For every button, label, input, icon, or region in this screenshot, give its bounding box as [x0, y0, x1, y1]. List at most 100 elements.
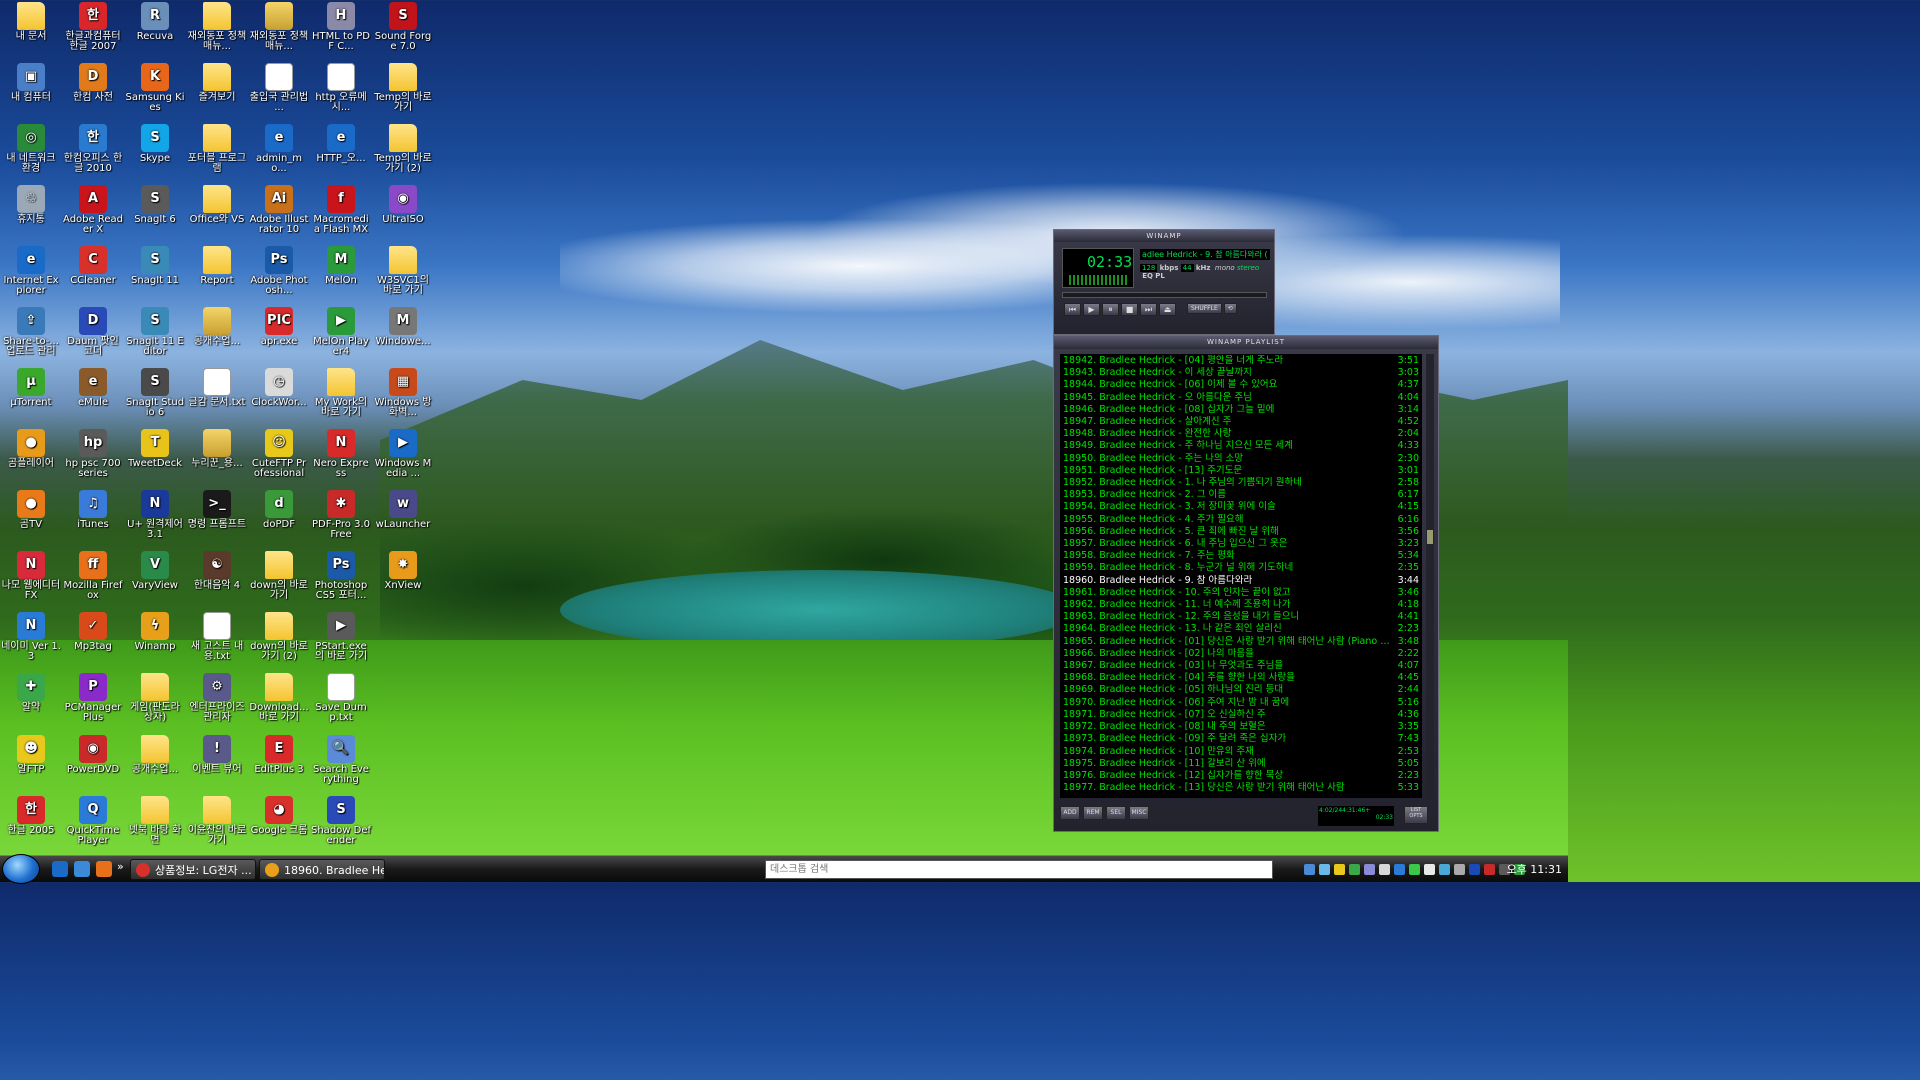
- desktop-icon[interactable]: C CCleaner: [63, 246, 123, 286]
- playlist-misc-button[interactable]: MISC: [1129, 806, 1149, 820]
- desktop-icon[interactable]: ▶ Windows Media ...: [373, 429, 433, 479]
- desktop-icon[interactable]: e Internet Explorer: [1, 246, 61, 296]
- show-desktop-icon[interactable]: [74, 861, 90, 877]
- desktop-icon[interactable]: ✚ 알약: [1, 673, 61, 713]
- playlist-row[interactable]: 18976. Bradlee Hedrick - [12] 십자가를 향한 묵상…: [1063, 770, 1419, 782]
- desktop-icon[interactable]: H HTML to PDF C...: [311, 2, 371, 52]
- desktop-icon[interactable]: ◕ Google 크롬: [249, 796, 309, 836]
- tray-app-icon[interactable]: [1484, 864, 1495, 875]
- desktop-icon[interactable]: ☯ 한대음악 4: [187, 551, 247, 591]
- desktop-icon[interactable]: P PCManager Plus: [63, 673, 123, 723]
- desktop-icon[interactable]: ▣ 내 컴퓨터: [1, 63, 61, 103]
- quick-launch-more[interactable]: »: [117, 860, 124, 873]
- start-button[interactable]: [2, 854, 40, 884]
- desktop-icon[interactable]: e HTTP_오...: [311, 124, 371, 164]
- winamp-next-button[interactable]: ⏭: [1140, 303, 1157, 316]
- playlist-row[interactable]: 18958. Bradlee Hedrick - 7. 주는 평화 5:34: [1063, 550, 1419, 562]
- desktop-icon[interactable]: 재외동포 정책 매뉴...: [249, 2, 309, 52]
- desktop-icon[interactable]: down의 바로 가기: [249, 551, 309, 601]
- winamp-shuffle-button[interactable]: SHUFFLE: [1187, 303, 1222, 314]
- desktop-icon[interactable]: Q QuickTime Player: [63, 796, 123, 846]
- desktop-icon[interactable]: ◷ ClockWor...: [249, 368, 309, 408]
- tray-app-icon[interactable]: [1439, 864, 1450, 875]
- desktop-icon[interactable]: ◎ 내 네트워크 환경: [1, 124, 61, 174]
- ie-icon[interactable]: [52, 861, 68, 877]
- tray-app-icon[interactable]: [1394, 864, 1405, 875]
- winamp-eject-button[interactable]: ⏏: [1159, 303, 1176, 316]
- playlist-row[interactable]: 18954. Bradlee Hedrick - 3. 저 장미꽃 위에 이슬 4…: [1063, 501, 1419, 513]
- playlist-scroll-thumb[interactable]: [1427, 530, 1433, 544]
- desktop-icon[interactable]: ✱ PDF-Pro 3.0 Free: [311, 490, 371, 540]
- playlist-row[interactable]: 18949. Bradlee Hedrick - 주 하나님 지으신 모든 세계…: [1063, 440, 1419, 452]
- desktop-icon[interactable]: S Sound Forge 7.0: [373, 2, 433, 52]
- tray-volume-icon[interactable]: [1454, 864, 1465, 875]
- desktop-icon[interactable]: 공개수업...: [125, 735, 185, 775]
- desktop-icon[interactable]: http 오류메시...: [311, 63, 371, 113]
- desktop-icon[interactable]: D Daum 팟인코더: [63, 307, 123, 357]
- desktop-icon[interactable]: 포터블 프로그램: [187, 124, 247, 174]
- desktop-icon[interactable]: S SnagIt 6: [125, 185, 185, 225]
- winamp-play-button[interactable]: ▶: [1083, 303, 1100, 316]
- desktop-icon[interactable]: e admin_mo...: [249, 124, 309, 174]
- playlist-row[interactable]: 18942. Bradlee Hedrick - [04] 평안을 너게 주노라…: [1063, 355, 1419, 367]
- tray-network-icon[interactable]: [1304, 864, 1315, 875]
- desktop-icon[interactable]: ☺ CuteFTP Professional: [249, 429, 309, 479]
- winamp-visualizer[interactable]: [1069, 275, 1129, 285]
- desktop-icon[interactable]: ● 곰TV: [1, 490, 61, 530]
- desktop-icon[interactable]: 🔍 Search Everything: [311, 735, 371, 785]
- tray-app-icon[interactable]: [1379, 864, 1390, 875]
- desktop-icon[interactable]: µ µTorrent: [1, 368, 61, 408]
- winamp-pl-toggle[interactable]: PL: [1155, 272, 1165, 280]
- desktop-icon[interactable]: Temp의 바로 가기: [373, 63, 433, 113]
- desktop-icon[interactable]: ◉ PowerDVD: [63, 735, 123, 775]
- desktop-icon[interactable]: down의 바로 가기 (2): [249, 612, 309, 662]
- playlist-row[interactable]: 18971. Bradlee Hedrick - [07] 오 신실하신 주 4:…: [1063, 709, 1419, 721]
- desktop-icon[interactable]: hp hp psc 700 series: [63, 429, 123, 479]
- desktop-icon[interactable]: Ai Adobe Illustrator 10: [249, 185, 309, 235]
- desktop-icon[interactable]: D 한컴 사전: [63, 63, 123, 103]
- playlist-row[interactable]: 18977. Bradlee Hedrick - [13] 당신은 사랑 받기 …: [1063, 782, 1419, 794]
- playlist-row[interactable]: 18948. Bradlee Hedrick - 완전한 사랑 2:04: [1063, 428, 1419, 440]
- desktop-icon[interactable]: 게임(판도라 상자): [125, 673, 185, 723]
- playlist-row[interactable]: 18968. Bradlee Hedrick - [04] 주를 향한 나의 사…: [1063, 672, 1419, 684]
- winamp-playlist-window[interactable]: WINAMP PLAYLIST 18942. Bradlee Hedrick -…: [1053, 335, 1439, 832]
- playlist-row[interactable]: 18953. Bradlee Hedrick - 2. 그 이름 6:17: [1063, 489, 1419, 501]
- desktop-icon[interactable]: V VaryView: [125, 551, 185, 591]
- playlist-row[interactable]: 18973. Bradlee Hedrick - [09] 주 달려 죽은 십자…: [1063, 733, 1419, 745]
- desktop-search-input[interactable]: 데스크톱 검색: [765, 860, 1273, 879]
- desktop-icon[interactable]: 즐겨보기: [187, 63, 247, 103]
- desktop-icon[interactable]: 글감 문서.txt: [187, 368, 247, 408]
- tray-app-icon[interactable]: [1409, 864, 1420, 875]
- desktop-icon[interactable]: Ps Adobe Photosh...: [249, 246, 309, 296]
- playlist-row[interactable]: 18946. Bradlee Hedrick - [08] 십자가 그늘 밑에 3…: [1063, 404, 1419, 416]
- desktop-icon[interactable]: N U+ 원격제어 3.1: [125, 490, 185, 540]
- desktop-icon[interactable]: 재외동포 정책 매뉴...: [187, 2, 247, 52]
- winamp-main-window[interactable]: WINAMP 02:33 adlee Hedrick - 9. 참 아름다와라 …: [1053, 229, 1275, 335]
- desktop-icon[interactable]: w wLauncher: [373, 490, 433, 530]
- desktop-icon[interactable]: K Samsung Kies: [125, 63, 185, 113]
- desktop-icon[interactable]: T TweetDeck: [125, 429, 185, 469]
- playlist-row[interactable]: 18952. Bradlee Hedrick - 1. 나 주님의 기쁨되기 원…: [1063, 477, 1419, 489]
- playlist-tracks[interactable]: 18942. Bradlee Hedrick - [04] 평안을 너게 주노라…: [1060, 354, 1422, 798]
- playlist-row[interactable]: 18950. Bradlee Hedrick - 주는 나의 소망 2:30: [1063, 453, 1419, 465]
- desktop-icon[interactable]: S Shadow Defender: [311, 796, 371, 846]
- playlist-row[interactable]: 18945. Bradlee Hedrick - 오 아름다운 주님 4:04: [1063, 392, 1419, 404]
- winamp-stop-button[interactable]: ■: [1121, 303, 1138, 316]
- desktop-icon[interactable]: 이윤찬의 바로 가기: [187, 796, 247, 846]
- playlist-row[interactable]: 18974. Bradlee Hedrick - [10] 만유의 주재 2:53: [1063, 746, 1419, 758]
- playlist-row[interactable]: 18969. Bradlee Hedrick - [05] 하나님의 진리 등대…: [1063, 684, 1419, 696]
- tray-app-icon[interactable]: [1334, 864, 1345, 875]
- desktop-icon[interactable]: 출입국 관리법 ...: [249, 63, 309, 113]
- desktop-icon[interactable]: N Nero Express: [311, 429, 371, 479]
- desktop-icon[interactable]: f Macromedia Flash MX: [311, 185, 371, 235]
- desktop-icon[interactable]: ☻ 알FTP: [1, 735, 61, 775]
- desktop-icon[interactable]: ♲ 휴지통: [1, 185, 61, 225]
- task-winamp[interactable]: 18960. Bradlee Hed...: [259, 859, 385, 880]
- desktop-icon[interactable]: M Windowe...: [373, 307, 433, 347]
- winamp-eq-toggle[interactable]: EQ: [1142, 272, 1153, 280]
- desktop-icon[interactable]: >_ 명령 프롬프트: [187, 490, 247, 530]
- desktop-icon[interactable]: 한 한컴오피스 한글 2010: [63, 124, 123, 174]
- playlist-row[interactable]: 18943. Bradlee Hedrick - 이 세상 끝날까지 3:03: [1063, 367, 1419, 379]
- desktop-icon[interactable]: ff Mozilla Firefox: [63, 551, 123, 601]
- playlist-add-button[interactable]: ADD: [1060, 806, 1080, 820]
